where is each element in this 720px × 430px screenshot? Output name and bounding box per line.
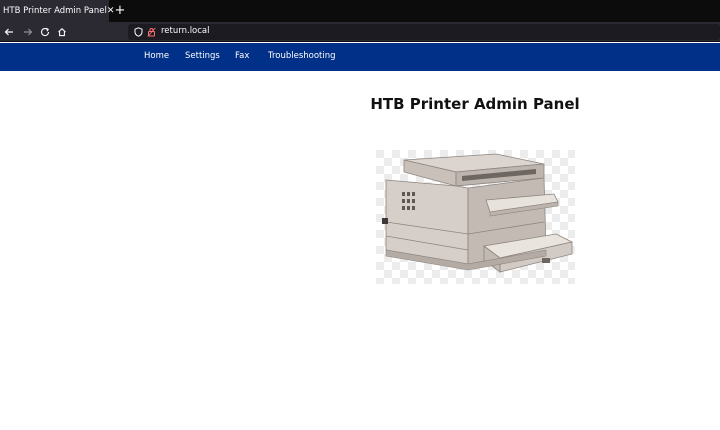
reload-button[interactable] (38, 24, 52, 40)
forward-button[interactable] (21, 24, 35, 40)
printer-icon (376, 150, 575, 284)
nav-link-home[interactable]: Home (144, 51, 169, 61)
new-tab-button[interactable]: + (113, 2, 127, 20)
url-text: return.local (161, 26, 210, 36)
browser-tab-strip: HTB Printer Admin Panel ✕ + (0, 0, 720, 22)
nav-link-troubleshooting[interactable]: Troubleshooting (268, 51, 336, 61)
site-nav-bar: Home Settings Fax Troubleshooting (0, 43, 720, 71)
back-arrow-icon (4, 28, 13, 36)
browser-toolbar: return.local (0, 22, 720, 42)
printer-image (376, 150, 575, 284)
reload-icon (41, 27, 50, 37)
nav-link-settings[interactable]: Settings (185, 51, 220, 61)
page-title: HTB Printer Admin Panel (370, 95, 580, 113)
address-bar[interactable]: return.local (128, 24, 720, 40)
nav-link-fax[interactable]: Fax (235, 51, 249, 61)
shield-icon (134, 27, 143, 37)
home-button[interactable] (55, 24, 69, 40)
tab-title: HTB Printer Admin Panel (3, 6, 107, 16)
forward-arrow-icon (24, 28, 33, 36)
lock-icon (147, 27, 156, 37)
home-icon (58, 28, 66, 37)
browser-tab[interactable]: HTB Printer Admin Panel ✕ (0, 0, 114, 22)
back-button[interactable] (2, 24, 16, 40)
